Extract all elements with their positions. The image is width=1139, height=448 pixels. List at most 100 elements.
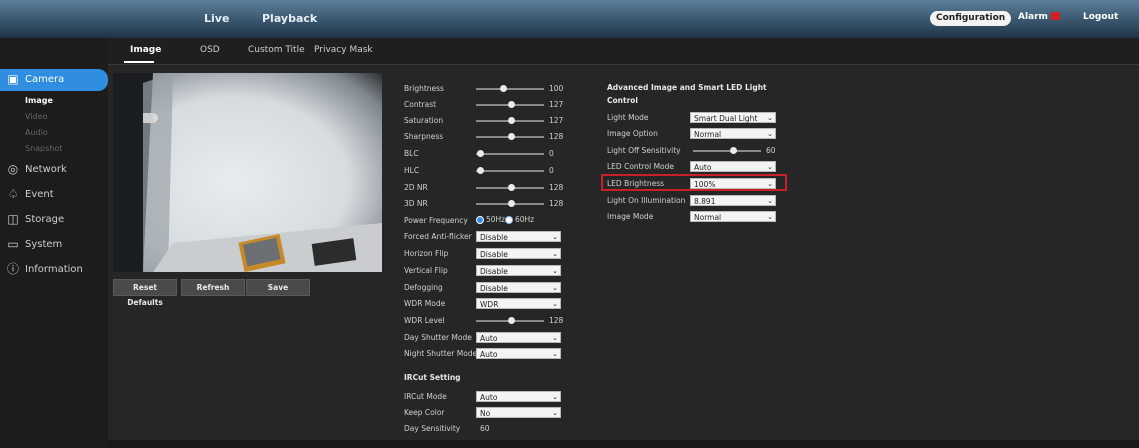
image-mode-select[interactable]: Normal ⌄ [690, 211, 776, 222]
save-button[interactable]: Save [246, 279, 310, 296]
wdr-level-slider-handle[interactable] [508, 317, 515, 324]
radio-selected-icon[interactable] [476, 216, 484, 224]
live-link[interactable]: Live [204, 12, 229, 25]
advanced-section-title: Advanced Image and Smart LED Light [607, 83, 767, 92]
sidebar-item-event[interactable]: ♤ Event [0, 184, 108, 206]
sidebar-sub-image[interactable]: Image [25, 96, 53, 105]
defogging-label: Defogging [404, 283, 443, 292]
ircut-section-title: IRCut Setting [404, 373, 461, 382]
logout-link[interactable]: Logout [1083, 12, 1118, 22]
night-shutter-select[interactable]: Auto ⌄ [476, 348, 561, 359]
configuration-button[interactable]: Configuration [930, 11, 1012, 26]
forced-antiflicker-label: Forced Anti-flicker [404, 232, 472, 241]
select-value: No [480, 409, 491, 418]
sidebar-item-storage[interactable]: ◫ Storage [0, 209, 108, 231]
select-value: Smart Dual Light [694, 114, 758, 123]
2dnr-label: 2D NR [404, 183, 428, 192]
light-mode-label: Light Mode [607, 113, 649, 122]
light-mode-select[interactable]: Smart Dual Light ⌄ [690, 112, 776, 123]
select-value: Auto [694, 163, 712, 172]
chevron-down-icon: ⌄ [767, 197, 773, 205]
hlc-value: 0 [549, 166, 554, 175]
sidebar-item-camera[interactable]: ▣ Camera [0, 69, 108, 91]
saturation-slider-handle[interactable] [508, 117, 515, 124]
blc-slider-handle[interactable] [477, 150, 484, 157]
tab-custom-title[interactable]: Custom Title [248, 45, 305, 55]
brightness-slider-handle[interactable] [500, 85, 507, 92]
hlc-slider-handle[interactable] [477, 167, 484, 174]
defogging-select[interactable]: Disable ⌄ [476, 282, 561, 293]
sidebar-item-label: Camera [25, 74, 65, 85]
refresh-button[interactable]: Refresh [181, 279, 245, 296]
chevron-down-icon: ⌄ [552, 334, 558, 342]
2dnr-slider-handle[interactable] [508, 184, 515, 191]
brightness-slider-track[interactable] [476, 88, 544, 90]
led-control-mode-select[interactable]: Auto ⌄ [690, 161, 776, 172]
forced-antiflicker-select[interactable]: Disable ⌄ [476, 231, 561, 242]
sidebar-item-network[interactable]: ◎ Network [0, 159, 108, 181]
tab-osd[interactable]: OSD [200, 45, 220, 55]
sidebar-item-system[interactable]: ▭ System [0, 234, 108, 256]
night-shutter-label: Night Shutter Mode [404, 349, 478, 358]
chevron-down-icon: ⌄ [767, 180, 773, 188]
day-sensitivity-value[interactable]: 60 [480, 424, 490, 433]
chevron-down-icon: ⌄ [552, 300, 558, 308]
tab-privacy-mask[interactable]: Privacy Mask [314, 45, 373, 55]
vertical-flip-select[interactable]: Disable ⌄ [476, 265, 561, 276]
blc-slider-track[interactable] [476, 153, 544, 155]
select-value: 8.891 [694, 197, 716, 206]
sidebar-item-label: Storage [25, 214, 65, 225]
sharpness-slider-handle[interactable] [508, 133, 515, 140]
reset-defaults-button[interactable]: Reset Defaults [113, 279, 177, 307]
chevron-down-icon: ⌄ [552, 250, 558, 258]
brightness-label: Brightness [404, 84, 444, 93]
chevron-down-icon: ⌄ [552, 393, 558, 401]
radio-unselected-icon[interactable] [505, 216, 513, 224]
led-brightness-select[interactable]: 100% ⌄ [690, 178, 776, 189]
ircut-mode-label: IRCut Mode [404, 392, 447, 401]
keep-color-label: Keep Color [404, 408, 445, 417]
active-tab-underline [124, 61, 154, 63]
select-value: Disable [480, 250, 508, 259]
network-globe-icon: ◎ [7, 162, 19, 176]
contrast-slider-handle[interactable] [508, 101, 515, 108]
power-frequency-50hz-option[interactable]: 50Hz [476, 215, 505, 224]
sidebar-sub-audio[interactable]: Audio [25, 128, 48, 137]
hlc-slider-track[interactable] [476, 170, 544, 172]
sharpness-value: 128 [549, 132, 564, 141]
hlc-label: HLC [404, 166, 420, 175]
advanced-section-title-line2: Control [607, 96, 639, 105]
sidebar-sub-video[interactable]: Video [25, 112, 47, 121]
light-on-illumination-select[interactable]: 8.891 ⌄ [690, 195, 776, 206]
keep-color-select[interactable]: No ⌄ [476, 407, 561, 418]
light-off-sensitivity-slider-handle[interactable] [730, 147, 737, 154]
horizon-flip-select[interactable]: Disable ⌄ [476, 248, 561, 259]
tab-image[interactable]: Image [130, 45, 161, 55]
sidebar-item-information[interactable]: ⓘ Information [0, 259, 108, 281]
bottom-edge [108, 440, 1139, 448]
wdr-mode-select[interactable]: WDR ⌄ [476, 298, 561, 309]
select-value: Auto [480, 334, 498, 343]
light-off-sensitivity-slider-track[interactable] [693, 150, 761, 152]
config-tab-bar: Image OSD Custom Title Privacy Mask [108, 38, 1139, 65]
image-option-select[interactable]: Normal ⌄ [690, 128, 776, 139]
playback-link[interactable]: Playback [262, 12, 317, 25]
contrast-value: 127 [549, 100, 564, 109]
chevron-down-icon: ⌄ [767, 163, 773, 171]
day-shutter-select[interactable]: Auto ⌄ [476, 332, 561, 343]
power-frequency-60hz-option[interactable]: 60Hz [505, 215, 534, 224]
sidebar-sub-snapshot[interactable]: Snapshot [25, 144, 62, 153]
chevron-down-icon: ⌄ [552, 233, 558, 241]
alarm-link[interactable]: Alarm [1018, 12, 1060, 22]
select-value: 100% [694, 180, 716, 189]
3dnr-label: 3D NR [404, 199, 428, 208]
ircut-mode-select[interactable]: Auto ⌄ [476, 391, 561, 402]
wdr-level-label: WDR Level [404, 316, 445, 325]
3dnr-value: 128 [549, 199, 564, 208]
info-icon: ⓘ [6, 262, 19, 276]
3dnr-slider-handle[interactable] [508, 200, 515, 207]
chevron-down-icon: ⌄ [552, 350, 558, 358]
day-shutter-label: Day Shutter Mode [404, 333, 472, 342]
power-frequency-label: Power Frequency [404, 216, 468, 225]
horizon-flip-label: Horizon Flip [404, 249, 449, 258]
